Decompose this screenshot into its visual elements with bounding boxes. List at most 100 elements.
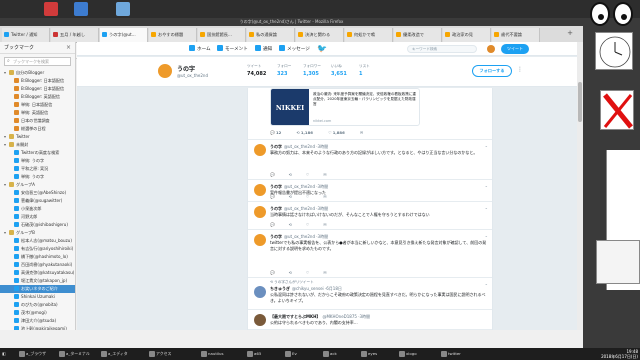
more-icon[interactable]: ⋮ <box>517 66 523 73</box>
taskbar-item[interactable]: eyes <box>360 349 379 359</box>
chevron-down-icon[interactable]: ⌄ <box>485 281 488 286</box>
like-button[interactable]: ♡ <box>306 270 309 275</box>
bookmark-item[interactable]: 総選挙の日程 <box>0 125 75 133</box>
bookmark-item[interactable]: 堀江貴文(@takapon_jp) <box>0 277 75 285</box>
bookmark-item[interactable]: 有吉弘行(@ariyoshihiroiki) <box>0 245 75 253</box>
taskbar-item[interactable]: アクセス <box>148 349 173 359</box>
reply-button[interactable]: 💬 <box>270 194 275 199</box>
bookmark-item[interactable]: Shinkai Uzumaki <box>0 293 75 301</box>
bookmark-item[interactable]: 単純: うの字 <box>0 173 75 181</box>
retweet-button[interactable]: ⟲ <box>289 194 292 199</box>
dm-icon[interactable]: ✉ <box>323 194 326 199</box>
bookmark-folder[interactable]: ▾ 未開封 <box>0 141 75 149</box>
taskbar-item[interactable]: Ev <box>284 349 299 359</box>
bookmark-folder[interactable]: ▾ グループA <box>0 181 75 189</box>
stat-tweets[interactable]: ツイート 74,082 <box>247 64 266 77</box>
dm-icon[interactable]: ✉ <box>360 130 363 135</box>
files-icon[interactable] <box>116 2 130 16</box>
tweet-card[interactable]: うの字 @ut_ox_the2nd ·3時間 ⌄ twitterでも私の事実報告を、公… <box>248 230 492 278</box>
taskbar-item[interactable]: nautilus <box>200 349 226 359</box>
close-icon[interactable]: × <box>66 42 71 54</box>
bookmark-item[interactable]: 茂木(@mogi) <box>0 309 75 317</box>
tab[interactable]: 五月 / 年越し <box>51 28 99 42</box>
tab[interactable]: 歳代不要論 <box>492 28 540 42</box>
sidebar-search-input[interactable]: ⌕ ブックマークを検索 <box>4 57 71 66</box>
tweet-time[interactable]: ·3時間 <box>316 234 328 239</box>
xeyes-window[interactable] <box>590 2 634 26</box>
reply-button[interactable]: 💬 <box>270 270 275 275</box>
bookmark-item[interactable]: 単純: 英語配信 <box>0 109 75 117</box>
tab[interactable]: おやすの標題 <box>149 28 197 42</box>
tweet-time[interactable]: ·3時間 <box>316 206 328 211</box>
nav-notifications[interactable]: 通知 <box>255 45 272 54</box>
avatar[interactable] <box>254 314 266 326</box>
nav-home[interactable]: ホーム <box>189 45 211 54</box>
bookmark-folder[interactable]: ▾ Twitter <box>0 133 75 141</box>
taskbar-item[interactable]: twitter <box>440 349 463 359</box>
bookmark-item[interactable]: 河野太郎 <box>0 213 75 221</box>
tweet-card[interactable]: うの字 @ut_ox_the2nd ·3時間 ⌄ 事務方の努力は、本来そのような行政の… <box>248 140 492 180</box>
like-button[interactable]: ♡ <box>306 172 309 177</box>
start-menu-icon[interactable]: ◧ <box>2 349 8 359</box>
reply-button[interactable]: 💬 12 <box>270 130 281 135</box>
bookmark-item[interactable]: 単純: 日本語配信 <box>0 101 75 109</box>
tweet-author[interactable]: 【最大限ですとらぶMKH】 <box>270 314 320 319</box>
bookmark-item[interactable]: 百田尚樹(@hyakutanaoki) <box>0 261 75 269</box>
tweet-time[interactable]: ·3時間 <box>358 314 370 319</box>
avatar[interactable] <box>254 286 266 298</box>
bookmark-folder[interactable]: ▾ 自分のBlogger <box>0 69 75 77</box>
bookmark-item[interactable]: 菅義偉(@sugawitter) <box>0 197 75 205</box>
taskbar-item[interactable]: a_ターミナル <box>58 349 92 359</box>
dm-icon[interactable]: ✉ <box>323 270 326 275</box>
bookmark-item[interactable]: のびたの(@nobita) <box>0 301 75 309</box>
stat-likes[interactable]: いいね 3,651 <box>331 64 347 77</box>
like-button[interactable]: ♡ 1,886 <box>328 130 345 135</box>
dm-icon[interactable]: ✉ <box>323 172 326 177</box>
profile-avatar[interactable] <box>157 63 173 79</box>
stat-lists[interactable]: リスト 1 <box>359 64 370 77</box>
chevron-down-icon[interactable]: ⌄ <box>485 205 488 210</box>
tab[interactable]: 決済と関わる <box>296 28 344 42</box>
background-popup-window[interactable] <box>596 240 640 284</box>
bookmark-item[interactable]: 松本人志(@matsu_bouzu) <box>0 237 75 245</box>
tweet-time[interactable]: ·6月18日 <box>325 286 342 291</box>
tweet-button[interactable]: ツイート <box>501 44 529 54</box>
bookmark-item[interactable]: 石破茂(@ishibashigeru) <box>0 221 75 229</box>
xlogo-window[interactable] <box>600 90 634 130</box>
chevron-down-icon[interactable]: ⌄ <box>485 143 488 148</box>
avatar[interactable] <box>254 184 266 196</box>
tab[interactable]: 政治家の見 <box>443 28 491 42</box>
profile-name[interactable]: うの字 <box>177 64 195 73</box>
taskbar-item[interactable]: a_エディタ <box>100 349 130 359</box>
tweet-author[interactable]: うの字 <box>270 234 282 239</box>
tab[interactable]: 何処かで鳴 <box>345 28 393 42</box>
reply-button[interactable]: 💬 <box>270 222 275 227</box>
retweet-button[interactable]: ⟲ <box>289 222 292 227</box>
chevron-down-icon[interactable]: ⌄ <box>485 233 488 238</box>
app-launcher-icon[interactable] <box>44 2 58 16</box>
avatar[interactable] <box>487 45 495 53</box>
bookmark-item[interactable]: B:Blogger: 日本語配信 <box>0 77 75 85</box>
tab[interactable]: 優柔改造で <box>394 28 442 42</box>
stat-following[interactable]: フォロー 323 <box>277 64 291 77</box>
retweet-card[interactable]: ⟲ うの字さんがリツイート ちきゅうぎ @chikyu_sensei ·6月18日… <box>248 278 492 310</box>
new-tab-icon[interactable]: + <box>565 28 575 38</box>
tab[interactable]: Twitter / 通知 <box>2 28 50 42</box>
taskbar-item[interactable]: xlogo <box>398 349 419 359</box>
bookmark-item[interactable]: 日本の世論調査 <box>0 117 75 125</box>
tweet-author[interactable]: うの字 <box>270 144 282 149</box>
bookmark-item[interactable]: Twitterの高度な検索 <box>0 149 75 157</box>
tweet-card[interactable]: NIKKEI 政治の潮流: 来年度予算案を閣議決定、安倍政権の看板政策に重点配分… <box>248 88 492 140</box>
twitter-bird-icon[interactable]: 🐦 <box>317 45 327 53</box>
tweet-author[interactable]: うの字 <box>270 206 282 211</box>
sidebar-header[interactable]: ブックマーク × <box>0 42 75 54</box>
reply-button[interactable]: 💬 <box>270 172 275 177</box>
avatar[interactable] <box>254 234 266 246</box>
retweet-button[interactable]: ⟲ 1,186 <box>296 130 312 135</box>
retweet-button[interactable]: ⟲ <box>289 270 292 275</box>
tab-active[interactable]: うの字(@ut... <box>100 28 148 42</box>
folder-icon[interactable] <box>74 2 88 16</box>
taskbar-item[interactable]: ack <box>322 349 339 359</box>
nav-messages[interactable]: メッセージ <box>279 45 310 54</box>
tweet-card[interactable]: 【最大限ですとらぶMKH】 @MKHOneD1875 ·3時間 公約は守られるべき… <box>248 310 492 330</box>
